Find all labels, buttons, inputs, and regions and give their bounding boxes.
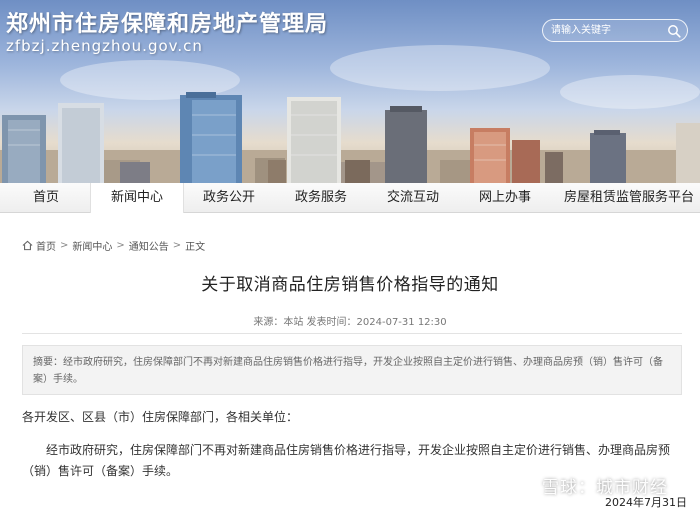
nav-item-rental-platform[interactable]: 房屋租赁监管服务平台: [560, 183, 698, 213]
article-salutation: 各开发区、区县（市）住房保障部门，各相关单位：: [22, 410, 299, 424]
breadcrumb-notices[interactable]: 通知公告: [129, 238, 169, 253]
search-box[interactable]: [542, 19, 688, 42]
divider: [22, 333, 682, 334]
date-stamp: 2024年7月31日: [605, 496, 687, 509]
nav-item-gov-services[interactable]: 政务服务: [288, 183, 354, 213]
breadcrumb-separator: >: [172, 239, 182, 251]
site-title: 郑州市住房保障和房地产管理局: [6, 12, 329, 37]
snowball-icon: [515, 474, 537, 497]
main-nav: 首页 新闻中心 政务公开 政务服务 交流互动 网上办事 房屋租赁监管服务平台: [0, 183, 700, 213]
article-title: 关于取消商品住房销售价格指导的通知: [201, 275, 499, 295]
search-input[interactable]: [551, 22, 661, 39]
search-icon[interactable]: [667, 24, 681, 38]
header-banner: 郑州市住房保障和房地产管理局 zfbzj.zhengzhou.gov.cn: [0, 0, 700, 183]
nav-item-interaction[interactable]: 交流互动: [380, 183, 446, 213]
home-icon: [22, 240, 33, 250]
nav-item-gov-affairs[interactable]: 政务公开: [196, 183, 262, 213]
breadcrumb-home[interactable]: 首页: [36, 238, 56, 253]
article-summary: 摘要：经市政府研究，住房保障部门不再对新建商品住房销售价格进行指导，开发企业按照…: [22, 345, 682, 395]
site-domain: zfbzj.zhengzhou.gov.cn: [6, 37, 203, 55]
breadcrumb-news[interactable]: 新闻中心: [72, 238, 112, 253]
breadcrumb-current: 正文: [185, 241, 206, 253]
nav-item-home[interactable]: 首页: [20, 183, 72, 213]
breadcrumb-separator: >: [116, 239, 125, 251]
breadcrumb: 首页 > 新闻中心 > 通知公告 > 正文: [22, 237, 205, 253]
nav-item-online-services[interactable]: 网上办事: [472, 183, 538, 213]
article-meta: 来源：本站 发表时间：2024-07-31 12:30: [253, 317, 447, 328]
breadcrumb-separator: >: [60, 239, 69, 251]
nav-item-news[interactable]: 新闻中心: [90, 183, 184, 213]
